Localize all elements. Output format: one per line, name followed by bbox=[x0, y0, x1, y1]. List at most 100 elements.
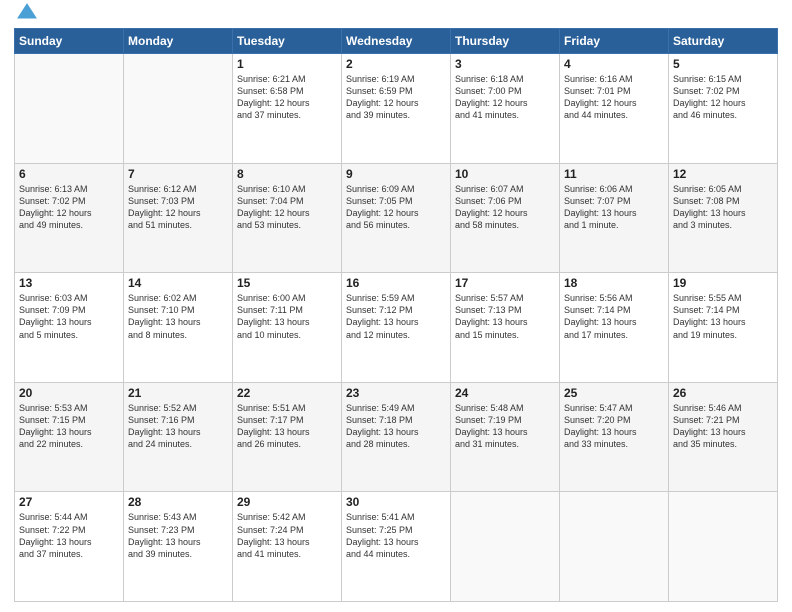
calendar-day-cell: 19 Sunrise: 5:55 AM Sunset: 7:14 PM Dayli… bbox=[669, 273, 778, 383]
day-info: Sunrise: 5:46 AM Sunset: 7:21 PM Dayligh… bbox=[673, 402, 773, 451]
calendar-day-cell: 27 Sunrise: 5:44 AM Sunset: 7:22 PM Dayli… bbox=[15, 492, 124, 602]
day-number: 17 bbox=[455, 276, 555, 290]
day-info: Sunrise: 6:09 AM Sunset: 7:05 PM Dayligh… bbox=[346, 183, 446, 232]
day-number: 5 bbox=[673, 57, 773, 71]
calendar-day-cell: 16Sunrise: 5:59 AM Sunset: 7:12 PM Dayli… bbox=[342, 273, 451, 383]
day-number: 22 bbox=[237, 386, 337, 400]
calendar-day-cell: 29 Sunrise: 5:42 AM Sunset: 7:24 PM Dayli… bbox=[233, 492, 342, 602]
day-number: 8 bbox=[237, 167, 337, 181]
day-info: Sunrise: 6:03 AM Sunset: 7:09 PM Dayligh… bbox=[19, 292, 119, 341]
day-info: Sunrise: 6:07 AM Sunset: 7:06 PM Dayligh… bbox=[455, 183, 555, 232]
day-info: Sunrise: 5:59 AM Sunset: 7:12 PM Dayligh… bbox=[346, 292, 446, 341]
day-info: Sunrise: 6:13 AM Sunset: 7:02 PM Dayligh… bbox=[19, 183, 119, 232]
calendar-day-cell: 12Sunrise: 6:05 AM Sunset: 7:08 PM Dayli… bbox=[669, 163, 778, 273]
day-number: 4 bbox=[564, 57, 664, 71]
day-info: Sunrise: 6:02 AM Sunset: 7:10 PM Dayligh… bbox=[128, 292, 228, 341]
weekday-header: Thursday bbox=[451, 29, 560, 54]
day-number: 6 bbox=[19, 167, 119, 181]
day-info: Sunrise: 5:47 AM Sunset: 7:20 PM Dayligh… bbox=[564, 402, 664, 451]
calendar-header-row: SundayMondayTuesdayWednesdayThursdayFrid… bbox=[15, 29, 778, 54]
day-info: Sunrise: 5:52 AM Sunset: 7:16 PM Dayligh… bbox=[128, 402, 228, 451]
calendar-day-cell: 21Sunrise: 5:52 AM Sunset: 7:16 PM Dayli… bbox=[124, 382, 233, 492]
weekday-header: Tuesday bbox=[233, 29, 342, 54]
calendar-day-cell bbox=[124, 54, 233, 164]
day-number: 26 bbox=[673, 386, 773, 400]
day-number: 24 bbox=[455, 386, 555, 400]
day-info: Sunrise: 6:19 AM Sunset: 6:59 PM Dayligh… bbox=[346, 73, 446, 122]
day-info: Sunrise: 5:55 AM Sunset: 7:14 PM Dayligh… bbox=[673, 292, 773, 341]
calendar-day-cell: 22 Sunrise: 5:51 AM Sunset: 7:17 PM Dayli… bbox=[233, 382, 342, 492]
calendar-day-cell: 15Sunrise: 6:00 AM Sunset: 7:11 PM Dayli… bbox=[233, 273, 342, 383]
logo bbox=[14, 10, 38, 20]
day-info: Sunrise: 5:56 AM Sunset: 7:14 PM Dayligh… bbox=[564, 292, 664, 341]
day-info: Sunrise: 6:12 AM Sunset: 7:03 PM Dayligh… bbox=[128, 183, 228, 232]
calendar-day-cell: 10 Sunrise: 6:07 AM Sunset: 7:06 PM Dayli… bbox=[451, 163, 560, 273]
day-number: 23 bbox=[346, 386, 446, 400]
calendar-day-cell: 20 Sunrise: 5:53 AM Sunset: 7:15 PM Dayli… bbox=[15, 382, 124, 492]
calendar-day-cell bbox=[669, 492, 778, 602]
day-number: 12 bbox=[673, 167, 773, 181]
calendar-week-row: 13 Sunrise: 6:03 AM Sunset: 7:09 PM Dayli… bbox=[15, 273, 778, 383]
day-number: 28 bbox=[128, 495, 228, 509]
calendar-day-cell bbox=[560, 492, 669, 602]
calendar-day-cell: 9Sunrise: 6:09 AM Sunset: 7:05 PM Daylig… bbox=[342, 163, 451, 273]
calendar-week-row: 1 Sunrise: 6:21 AM Sunset: 6:58 PM Daylig… bbox=[15, 54, 778, 164]
day-number: 7 bbox=[128, 167, 228, 181]
calendar-day-cell bbox=[451, 492, 560, 602]
calendar-day-cell: 14Sunrise: 6:02 AM Sunset: 7:10 PM Dayli… bbox=[124, 273, 233, 383]
calendar-day-cell: 25 Sunrise: 5:47 AM Sunset: 7:20 PM Dayli… bbox=[560, 382, 669, 492]
logo-text bbox=[14, 10, 38, 20]
calendar-table: SundayMondayTuesdayWednesdayThursdayFrid… bbox=[14, 28, 778, 602]
calendar-day-cell: 26 Sunrise: 5:46 AM Sunset: 7:21 PM Dayli… bbox=[669, 382, 778, 492]
logo-icon bbox=[16, 2, 38, 20]
day-info: Sunrise: 5:42 AM Sunset: 7:24 PM Dayligh… bbox=[237, 511, 337, 560]
day-info: Sunrise: 6:16 AM Sunset: 7:01 PM Dayligh… bbox=[564, 73, 664, 122]
day-number: 27 bbox=[19, 495, 119, 509]
weekday-header: Monday bbox=[124, 29, 233, 54]
calendar-week-row: 27 Sunrise: 5:44 AM Sunset: 7:22 PM Dayli… bbox=[15, 492, 778, 602]
day-info: Sunrise: 5:51 AM Sunset: 7:17 PM Dayligh… bbox=[237, 402, 337, 451]
day-info: Sunrise: 5:48 AM Sunset: 7:19 PM Dayligh… bbox=[455, 402, 555, 451]
calendar-day-cell: 7 Sunrise: 6:12 AM Sunset: 7:03 PM Daylig… bbox=[124, 163, 233, 273]
calendar-day-cell bbox=[15, 54, 124, 164]
day-number: 30 bbox=[346, 495, 446, 509]
day-info: Sunrise: 6:15 AM Sunset: 7:02 PM Dayligh… bbox=[673, 73, 773, 122]
calendar-day-cell: 24 Sunrise: 5:48 AM Sunset: 7:19 PM Dayli… bbox=[451, 382, 560, 492]
day-info: Sunrise: 5:41 AM Sunset: 7:25 PM Dayligh… bbox=[346, 511, 446, 560]
day-number: 29 bbox=[237, 495, 337, 509]
calendar-day-cell: 28 Sunrise: 5:43 AM Sunset: 7:23 PM Dayli… bbox=[124, 492, 233, 602]
calendar-day-cell: 11 Sunrise: 6:06 AM Sunset: 7:07 PM Dayli… bbox=[560, 163, 669, 273]
weekday-header: Wednesday bbox=[342, 29, 451, 54]
weekday-header: Saturday bbox=[669, 29, 778, 54]
day-number: 11 bbox=[564, 167, 664, 181]
day-info: Sunrise: 5:43 AM Sunset: 7:23 PM Dayligh… bbox=[128, 511, 228, 560]
calendar-day-cell: 23 Sunrise: 5:49 AM Sunset: 7:18 PM Dayli… bbox=[342, 382, 451, 492]
day-info: Sunrise: 5:44 AM Sunset: 7:22 PM Dayligh… bbox=[19, 511, 119, 560]
day-info: Sunrise: 6:21 AM Sunset: 6:58 PM Dayligh… bbox=[237, 73, 337, 122]
day-info: Sunrise: 5:53 AM Sunset: 7:15 PM Dayligh… bbox=[19, 402, 119, 451]
day-info: Sunrise: 6:06 AM Sunset: 7:07 PM Dayligh… bbox=[564, 183, 664, 232]
calendar-day-cell: 1 Sunrise: 6:21 AM Sunset: 6:58 PM Daylig… bbox=[233, 54, 342, 164]
calendar-week-row: 6 Sunrise: 6:13 AM Sunset: 7:02 PM Daylig… bbox=[15, 163, 778, 273]
day-number: 20 bbox=[19, 386, 119, 400]
header bbox=[14, 10, 778, 20]
calendar-day-cell: 2Sunrise: 6:19 AM Sunset: 6:59 PM Daylig… bbox=[342, 54, 451, 164]
calendar-day-cell: 18 Sunrise: 5:56 AM Sunset: 7:14 PM Dayli… bbox=[560, 273, 669, 383]
calendar-day-cell: 8 Sunrise: 6:10 AM Sunset: 7:04 PM Daylig… bbox=[233, 163, 342, 273]
calendar-week-row: 20 Sunrise: 5:53 AM Sunset: 7:15 PM Dayli… bbox=[15, 382, 778, 492]
day-number: 18 bbox=[564, 276, 664, 290]
weekday-header: Friday bbox=[560, 29, 669, 54]
day-number: 15 bbox=[237, 276, 337, 290]
day-info: Sunrise: 5:49 AM Sunset: 7:18 PM Dayligh… bbox=[346, 402, 446, 451]
day-number: 1 bbox=[237, 57, 337, 71]
day-number: 19 bbox=[673, 276, 773, 290]
day-number: 10 bbox=[455, 167, 555, 181]
calendar-day-cell: 30 Sunrise: 5:41 AM Sunset: 7:25 PM Dayli… bbox=[342, 492, 451, 602]
day-info: Sunrise: 6:10 AM Sunset: 7:04 PM Dayligh… bbox=[237, 183, 337, 232]
calendar-day-cell: 3Sunrise: 6:18 AM Sunset: 7:00 PM Daylig… bbox=[451, 54, 560, 164]
weekday-header: Sunday bbox=[15, 29, 124, 54]
day-number: 13 bbox=[19, 276, 119, 290]
day-info: Sunrise: 5:57 AM Sunset: 7:13 PM Dayligh… bbox=[455, 292, 555, 341]
page-container: SundayMondayTuesdayWednesdayThursdayFrid… bbox=[0, 0, 792, 612]
day-number: 25 bbox=[564, 386, 664, 400]
